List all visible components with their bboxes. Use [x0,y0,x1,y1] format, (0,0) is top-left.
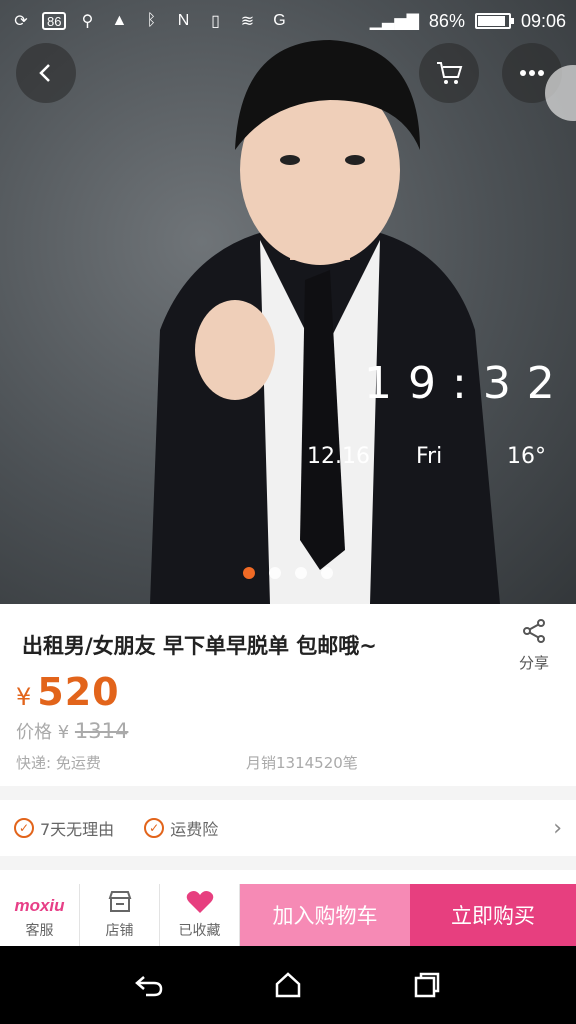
shop-label: 店铺 [105,923,134,939]
search-icon: ⚲ [81,13,94,30]
recents-icon [414,972,439,998]
price-currency: ¥ [16,683,32,711]
chevron-right-icon: › [553,815,562,841]
service-label: 7天无理由 [40,820,115,839]
carousel-dot [269,567,281,579]
nav-back-button[interactable] [129,965,169,1005]
service-item: ✓ 7天无理由 [14,816,114,840]
data-icon: G [273,12,286,29]
cart-button[interactable] [419,43,479,103]
monthly-sales: 月销1314520笔 [246,754,358,772]
carousel-dot [295,567,307,579]
price-value: 520 [37,670,120,714]
product-photo [150,40,500,604]
android-nav-bar [0,946,576,1024]
original-price-value: 1314 [74,719,129,743]
favorite-button[interactable]: 已收藏 [160,884,240,946]
nav-home-button[interactable] [268,965,308,1005]
home-icon [275,972,301,998]
original-price-currency: ¥ [57,722,70,743]
carousel-dot [243,567,255,579]
back-button[interactable] [16,43,76,103]
notification-count: 86 [42,12,67,30]
rocket-icon: ▲ [111,12,128,29]
customer-service-button[interactable]: moxiu 客服 [0,884,80,946]
battery-percent: 86% [428,10,465,31]
shipping-info: 快递: 免运费 [16,754,101,772]
service-label: 运费险 [170,820,219,839]
status-icons: ⟳ 86 ⚲ ▲ ᛒ N ▯ ≋ G [10,10,290,32]
status-time: 09:06 [520,10,566,31]
carousel-dot [321,567,333,579]
section-divider [0,870,576,884]
clock-widget-temperature: 16° [507,444,546,469]
original-price: 价格 ¥ 1314 [16,718,128,744]
product-info-card: 出租男/女朋友 早下单早脱单 包邮哦~ 分享 ¥ 520 价格 ¥ 1314 快… [0,604,576,786]
vibrate-icon: ▯ [211,13,220,30]
cart-icon [437,62,463,84]
moxiu-logo: moxiu [14,896,65,915]
clock-widget-date: 12.16 [307,444,370,469]
check-circle-icon: ✓ [144,818,165,838]
share-label: 分享 [518,654,549,672]
customer-service-label: 客服 [25,923,54,939]
service-guarantees[interactable]: ✓ 7天无理由 ✓ 运费险 › [0,800,576,856]
nav-recents-button[interactable] [407,965,447,1005]
shop-icon [108,891,131,912]
back-arrow-icon [135,976,163,997]
service-item: ✓ 运费险 [144,816,218,840]
heart-icon [186,891,213,913]
nfc-icon: N [177,12,190,29]
shop-button[interactable]: 店铺 [80,884,160,946]
more-dots-icon [520,70,544,76]
share-icon [523,619,545,643]
price: ¥ 520 [16,670,120,714]
battery-icon [474,13,514,29]
product-title: 出租男/女朋友 早下单早脱单 包邮哦~ [22,634,377,658]
status-bar: ⟳ 86 ⚲ ▲ ᛒ N ▯ ≋ G ▁▃▅▇ 86% 09:06 [0,0,576,42]
check-circle-icon: ✓ [14,818,34,838]
bluetooth-icon: ᛒ [146,12,157,29]
carousel-indicator [243,567,333,579]
favorite-label: 已收藏 [178,923,221,939]
original-price-label: 价格 [16,722,52,743]
signal-icon: ▁▃▅▇ [369,13,419,30]
clock-widget-time: 19:32 [364,358,571,409]
add-to-cart-button[interactable]: 加入购物车 [240,884,410,946]
bottom-action-bar: moxiu 客服 店铺 已收藏 加入购物车 立即购买 [0,884,576,946]
clock-widget-day: Fri [416,444,443,469]
share-button[interactable]: 分享 [506,618,562,673]
wifi-icon: ≋ [240,13,255,30]
chevron-left-icon [39,64,50,82]
buy-now-button[interactable]: 立即购买 [410,884,576,946]
sync-icon: ⟳ [14,13,28,30]
product-image-carousel[interactable]: ⟳ 86 ⚲ ▲ ᛒ N ▯ ≋ G ▁▃▅▇ 86% 09:06 19:32 … [0,0,576,604]
